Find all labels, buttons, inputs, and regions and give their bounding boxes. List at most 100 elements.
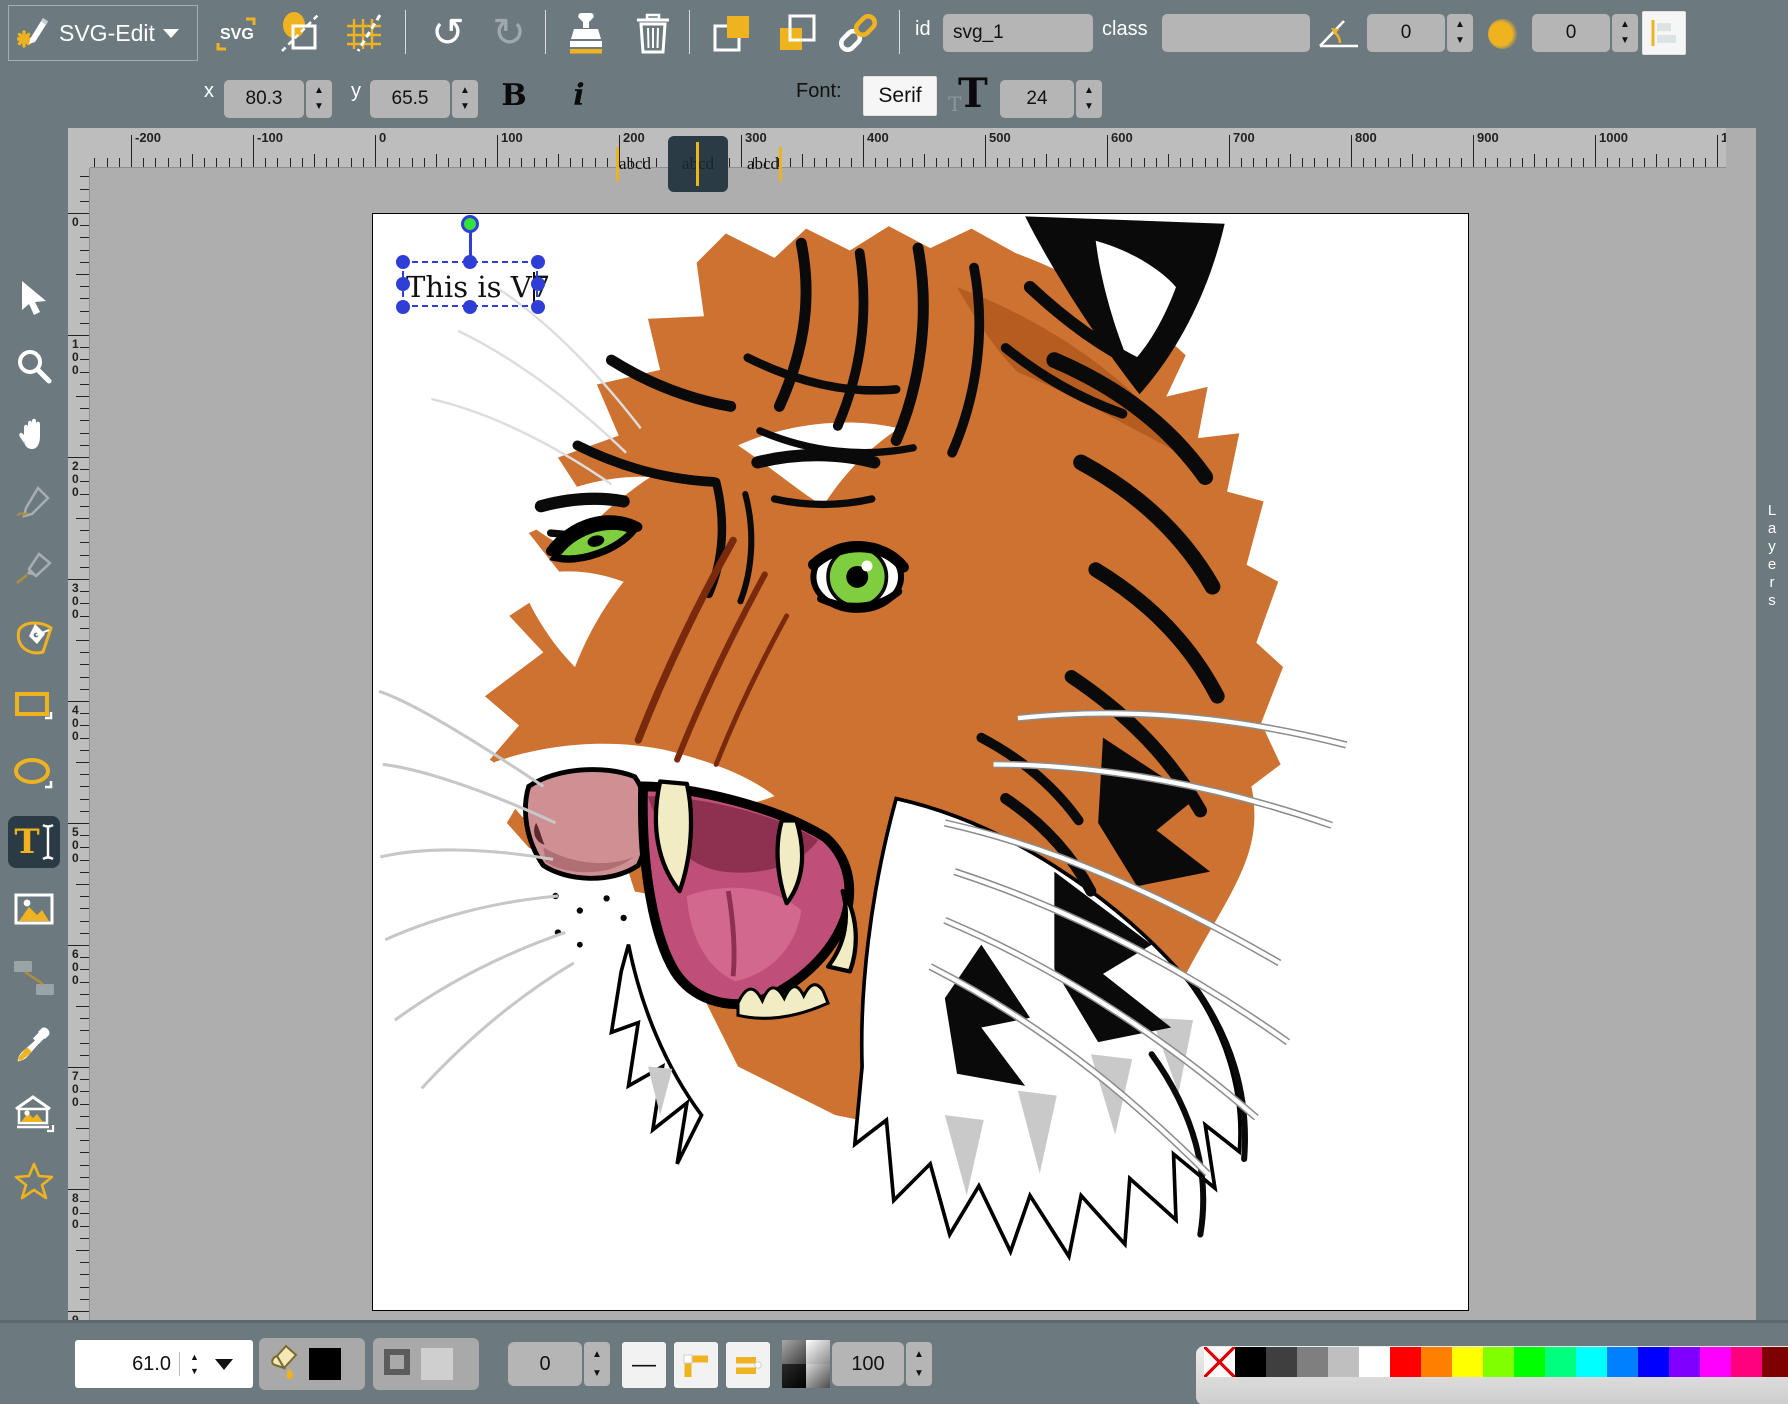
app-logo-icon xyxy=(17,14,51,53)
move-to-bottom-button[interactable] xyxy=(708,9,756,57)
align-relative-button[interactable] xyxy=(1642,11,1686,55)
undo-button[interactable]: ↺ xyxy=(424,9,472,57)
palette-swatch[interactable] xyxy=(1452,1347,1483,1377)
move-to-top-button[interactable] xyxy=(773,9,821,57)
selection-handle-s[interactable] xyxy=(463,300,477,314)
palette-swatch[interactable] xyxy=(1297,1347,1328,1377)
tool-pan[interactable] xyxy=(8,408,60,460)
source-editor-button[interactable]: SVG xyxy=(212,9,260,57)
palette-swatch[interactable] xyxy=(1545,1347,1576,1377)
selection-handle-e[interactable] xyxy=(531,277,545,291)
palette-swatch[interactable] xyxy=(1576,1347,1607,1377)
palette-swatch[interactable] xyxy=(1514,1347,1545,1377)
ruler-tick xyxy=(302,158,303,167)
selection-handle-sw[interactable] xyxy=(396,300,410,314)
palette-swatch[interactable] xyxy=(1638,1347,1669,1377)
font-family-button[interactable]: Serif xyxy=(863,76,937,116)
text-anchor-start-button[interactable]: abcd xyxy=(612,144,658,184)
zoom-control[interactable]: 61.0 ▲▼ xyxy=(75,1340,253,1388)
angle-spinner[interactable]: ▲▼ xyxy=(1447,14,1473,52)
text-anchor-middle-button[interactable]: abcd xyxy=(668,136,728,192)
linejoin-button[interactable] xyxy=(674,1342,718,1388)
font-size-input[interactable]: 24 xyxy=(1000,80,1074,118)
tool-ellipse[interactable] xyxy=(8,748,60,800)
tool-eyedropper[interactable] xyxy=(8,1020,60,1072)
x-spinner[interactable]: ▲▼ xyxy=(306,80,332,118)
work-area[interactable]: -200-10001002003004005006007008009001000… xyxy=(68,128,1756,1320)
fill-color-control[interactable] xyxy=(259,1338,365,1390)
palette-swatch[interactable] xyxy=(1235,1347,1266,1377)
svg-canvas[interactable]: This is V7 xyxy=(372,213,1469,1311)
y-input[interactable]: 65.5 xyxy=(370,80,450,118)
tool-rect[interactable] xyxy=(8,680,60,732)
font-size-spinner[interactable]: ▲▼ xyxy=(1076,80,1102,118)
palette-swatch[interactable] xyxy=(1266,1347,1297,1377)
stroke-width-spinner[interactable]: ▲▼ xyxy=(584,1342,610,1386)
rotation-handle[interactable] xyxy=(461,215,479,233)
palette-swatch[interactable] xyxy=(1762,1347,1788,1377)
tool-zoom[interactable] xyxy=(8,340,60,392)
id-input[interactable]: svg_1 xyxy=(943,14,1093,52)
palette-swatch[interactable] xyxy=(1390,1347,1421,1377)
class-input[interactable] xyxy=(1162,14,1310,52)
palette-swatch[interactable] xyxy=(1669,1347,1700,1377)
stroke-color-control[interactable] xyxy=(373,1338,479,1390)
blur-spinner[interactable]: ▲▼ xyxy=(1612,14,1638,52)
ruler-tick xyxy=(80,481,89,482)
palette-swatch[interactable] xyxy=(1328,1347,1359,1377)
tool-shape-library[interactable] xyxy=(8,1088,60,1140)
x-input[interactable]: 80.3 xyxy=(224,80,304,118)
zoom-dropdown-icon[interactable] xyxy=(215,1359,233,1370)
opacity-spinner[interactable]: ▲▼ xyxy=(906,1342,932,1386)
blur-input[interactable]: 0 xyxy=(1532,14,1610,52)
text-anchor-end-button[interactable]: abcd xyxy=(740,144,786,184)
palette-swatch-none[interactable] xyxy=(1204,1347,1235,1377)
ruler-tick xyxy=(582,158,583,167)
ruler-tick xyxy=(399,158,400,167)
palette-swatch[interactable] xyxy=(1483,1347,1514,1377)
main-menu-button[interactable]: SVG-Edit xyxy=(8,5,198,61)
palette-swatch[interactable] xyxy=(1607,1347,1638,1377)
bold-button[interactable]: B xyxy=(490,71,538,119)
make-link-button[interactable] xyxy=(834,9,882,57)
angle-input[interactable]: 0 xyxy=(1367,14,1445,52)
grid-toggle-button[interactable] xyxy=(340,9,388,57)
layers-panel-toggle[interactable]: Layers xyxy=(1756,128,1788,1320)
redo-button[interactable]: ↻ xyxy=(485,9,533,57)
selection-handle-w[interactable] xyxy=(396,277,410,291)
tool-connector[interactable] xyxy=(8,952,60,1004)
ruler-label: -200 xyxy=(135,130,161,145)
tool-text[interactable]: T xyxy=(8,816,60,868)
opacity-input[interactable]: 100 xyxy=(832,1342,904,1386)
opacity-gradient-icon[interactable] xyxy=(782,1340,830,1388)
selection-handle-nw[interactable] xyxy=(396,255,410,269)
y-spinner[interactable]: ▲▼ xyxy=(452,80,478,118)
wireframe-mode-button[interactable] xyxy=(276,9,324,57)
ruler-tick xyxy=(80,896,89,897)
palette-swatch[interactable] xyxy=(1421,1347,1452,1377)
ruler-tick xyxy=(1009,158,1010,167)
linecap-button[interactable] xyxy=(726,1342,770,1388)
delete-button[interactable] xyxy=(629,9,677,57)
ruler-tick xyxy=(1656,154,1657,167)
tool-star[interactable] xyxy=(8,1156,60,1208)
zoom-spinner[interactable]: ▲▼ xyxy=(179,1352,209,1376)
tool-image[interactable] xyxy=(8,884,60,936)
italic-button[interactable]: i xyxy=(555,71,603,119)
tool-line[interactable] xyxy=(8,544,60,596)
selection-handle-n[interactable] xyxy=(463,255,477,269)
selection-handle-se[interactable] xyxy=(531,300,545,314)
palette-swatch[interactable] xyxy=(1700,1347,1731,1377)
stroke-color-swatch[interactable] xyxy=(421,1348,453,1380)
palette-swatch[interactable] xyxy=(1359,1347,1390,1377)
selection-handle-ne[interactable] xyxy=(531,255,545,269)
tool-path[interactable] xyxy=(8,612,60,664)
clone-button[interactable] xyxy=(562,9,610,57)
tool-pencil[interactable] xyxy=(8,476,60,528)
tool-select[interactable] xyxy=(8,272,60,324)
ruler-tick xyxy=(80,1299,89,1300)
palette-swatch[interactable] xyxy=(1731,1347,1762,1377)
stroke-style-button[interactable]: — xyxy=(622,1342,666,1388)
stroke-width-input[interactable]: 0 xyxy=(508,1342,582,1386)
fill-color-swatch[interactable] xyxy=(309,1348,341,1380)
